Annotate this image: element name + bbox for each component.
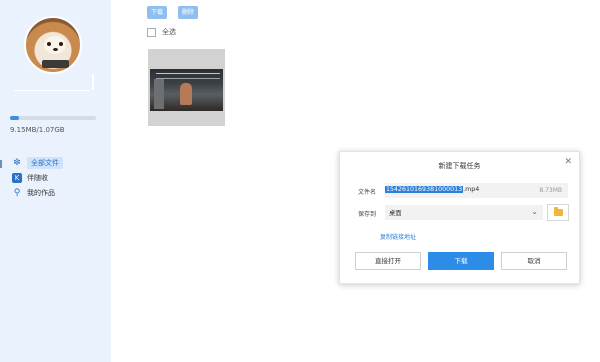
sidebar-item-all-files[interactable]: ✼ 全部文件 <box>12 156 63 170</box>
snowflake-icon: ✼ <box>13 158 21 168</box>
person-icon: ⚲ <box>13 188 21 198</box>
browse-folder-button[interactable] <box>547 204 569 221</box>
thumbnail-figure <box>180 83 192 105</box>
avatar-eye-left <box>47 42 51 46</box>
filename-selected: 1542610169381000013 <box>385 186 464 193</box>
sidebar: 9.15MB/1.07GB ✼ 全部文件 K 伴随收 ⚲ 我的作品 <box>0 0 111 362</box>
video-thumbnail-card[interactable] <box>148 49 225 126</box>
filename-field[interactable]: 1542610169381000013.mp4 8.73MB <box>385 183 568 198</box>
new-download-dialog: 新建下载任务 ✕ 文件名 1542610169381000013.mp4 8.7… <box>339 151 580 284</box>
download-button[interactable]: 下载 <box>147 6 168 19</box>
file-size: 8.73MB <box>539 187 562 194</box>
delete-button[interactable]: 删除 <box>178 6 199 19</box>
sidebar-item-label: 我的作品 <box>27 189 55 197</box>
video-thumbnail <box>150 69 223 111</box>
avatar[interactable] <box>24 16 82 74</box>
saveto-select[interactable]: 桌面 ⌄ <box>385 205 543 220</box>
avatar-nose <box>53 48 58 51</box>
dialog-title: 新建下载任务 <box>438 162 481 170</box>
folder-icon <box>553 207 563 216</box>
sidebar-item-label: 全部文件 <box>27 157 63 169</box>
avatar-eye-right <box>59 42 63 46</box>
filename-text: 1542610169381000013.mp4 <box>385 186 479 193</box>
sidebar-item-label: 伴随收 <box>27 174 48 182</box>
sidebar-edge-marker <box>0 160 2 168</box>
saveto-value: 桌面 <box>389 210 402 217</box>
select-all[interactable]: 全选 <box>147 27 176 37</box>
storage-text: 9.15MB/1.07GB <box>10 126 65 134</box>
sidebar-item-companion[interactable]: K 伴随收 <box>12 171 48 185</box>
sidebar-item-my-works[interactable]: ⚲ 我的作品 <box>12 186 55 200</box>
filename-ext: .mp4 <box>463 186 480 193</box>
close-icon[interactable]: ✕ <box>564 157 572 167</box>
thumbnail-rails <box>156 73 220 79</box>
filename-label: 文件名 <box>358 189 377 196</box>
confirm-download-button[interactable]: 下载 <box>428 252 494 270</box>
username-cursor <box>92 74 94 90</box>
avatar-tag <box>42 60 69 68</box>
saveto-label: 保存到 <box>358 211 377 218</box>
select-all-label: 全选 <box>162 28 176 36</box>
select-all-checkbox[interactable] <box>147 27 156 37</box>
cancel-button[interactable]: 取消 <box>501 252 567 270</box>
storage-bar <box>10 116 96 120</box>
username-field[interactable] <box>14 90 90 91</box>
storage-fill <box>10 116 19 120</box>
thumbnail-door <box>154 79 164 109</box>
open-directly-button[interactable]: 直接打开 <box>355 252 421 270</box>
chevron-down-icon: ⌄ <box>531 207 538 216</box>
copy-link-button[interactable]: 复制链接地址 <box>380 232 416 241</box>
k-logo-icon: K <box>12 173 22 183</box>
